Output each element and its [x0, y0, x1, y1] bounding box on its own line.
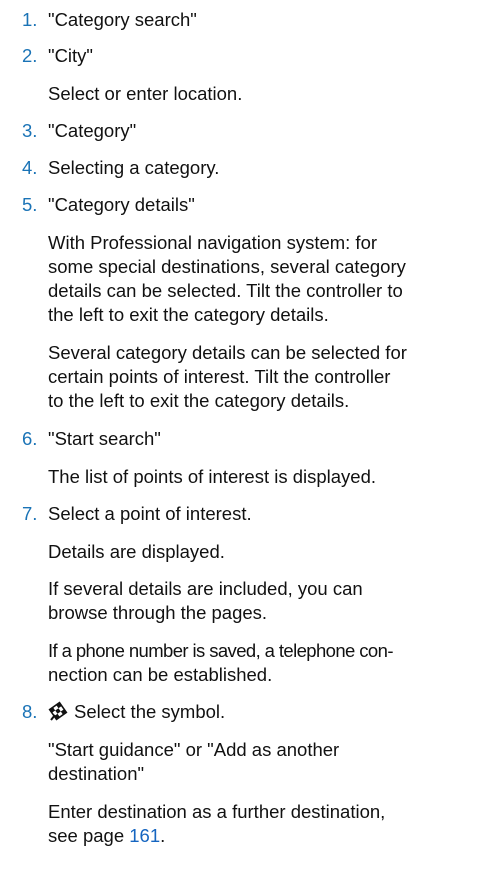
step-title-4: Selecting a category.	[48, 157, 220, 178]
step-number-5: 5.	[22, 194, 38, 215]
step-5-para1-line: the left to exit the category details.	[48, 304, 329, 325]
step-8-para2-line: Enter destination as a further destinati…	[48, 801, 386, 822]
step-title-1: "Category search"	[48, 9, 197, 30]
step-8-row: Select the symbol.	[48, 701, 225, 723]
step-title-3: "Category"	[48, 120, 137, 141]
step-number-3: 3.	[22, 120, 38, 141]
step-8-para1-line: destination"	[48, 763, 145, 784]
step-8-para1-line: "Start guidance" or "Add as another	[48, 739, 340, 760]
step-5-para2-line: Several category details can be selected…	[48, 342, 407, 363]
step-5-para1-line: details can be selected. Tilt the contro…	[48, 280, 403, 301]
manual-page: 1. "Category search" 2. "City" Select or…	[0, 0, 494, 895]
step-number-6: 6.	[22, 428, 38, 449]
step-5-para2-line: to the left to exit the category details…	[48, 390, 350, 411]
step-5-para1-line: With Professional navigation system: for	[48, 232, 378, 253]
period-text: .	[160, 825, 166, 846]
step-8-para2-reference: see page 161.	[48, 825, 165, 847]
step-5-para1-line: some special destinations, several categ…	[48, 256, 406, 277]
step-number-2: 2.	[22, 45, 38, 66]
step-title-5: "Category details"	[48, 194, 195, 215]
step-number-8: 8.	[22, 701, 38, 722]
see-page-text: see page	[48, 825, 130, 846]
step-title-2: "City"	[48, 45, 93, 66]
step-detail-2: Select or enter location.	[48, 83, 243, 104]
step-number-1: 1.	[22, 9, 38, 30]
step-title-8: Select the symbol.	[74, 701, 226, 722]
destination-flag-icon	[48, 701, 68, 721]
step-number-7: 7.	[22, 503, 38, 524]
step-title-7: Select a point of interest.	[48, 503, 252, 524]
page-link[interactable]: 161	[129, 825, 160, 846]
step-number-4: 4.	[22, 157, 38, 178]
step-title-6: "Start search"	[48, 428, 161, 449]
step-7-para1-line: If several details are included, you can	[48, 578, 363, 599]
step-7-para2-line: If a phone number is saved, a telephone …	[48, 640, 393, 661]
step-7-para1-line: browse through the pages.	[48, 602, 268, 623]
step-5-para2-line: certain points of interest. Tilt the con…	[48, 366, 391, 387]
step-detail-6: The list of points of interest is displa…	[48, 466, 377, 487]
step-7-para2-line: nection can be established.	[48, 664, 273, 685]
step-detail-7: Details are displayed.	[48, 541, 225, 562]
